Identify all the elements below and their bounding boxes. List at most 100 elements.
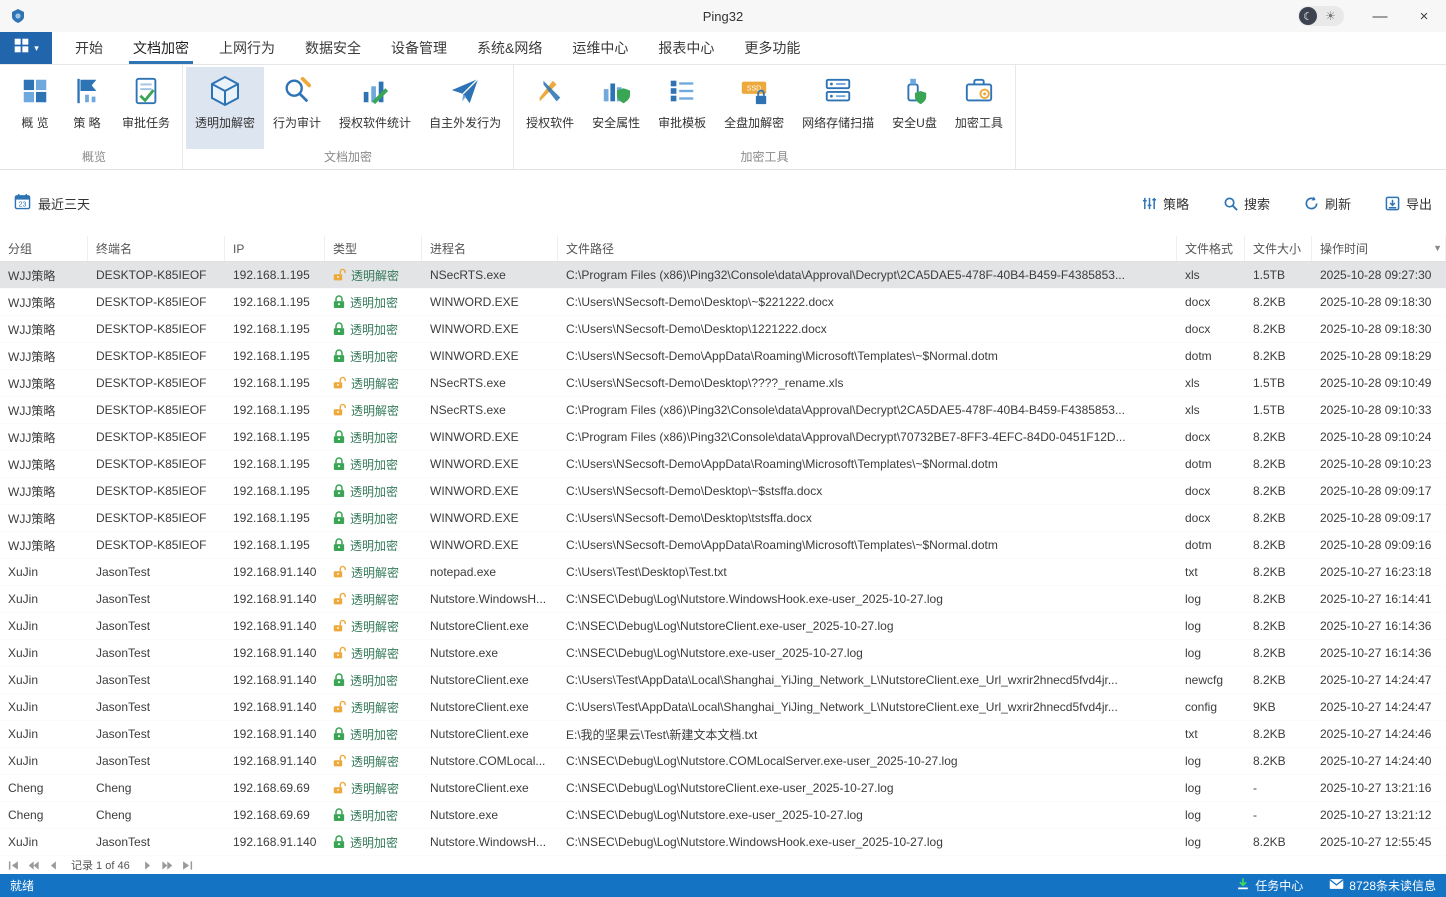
network-storage-scan-button[interactable]: 网络存储扫描 (793, 67, 883, 149)
refresh-button[interactable]: 刷新 (1304, 194, 1351, 213)
cell-time: 2025-10-28 09:10:24 (1312, 424, 1446, 450)
tab-device-management[interactable]: 设备管理 (376, 32, 462, 64)
cell-terminal: DESKTOP-K85IEOF (88, 424, 225, 450)
pager-prev-button[interactable] (48, 860, 59, 871)
column-header-6[interactable]: 文件格式 (1177, 236, 1245, 261)
tab-data-security[interactable]: 数据安全 (290, 32, 376, 64)
theme-toggle[interactable]: ☾ ☀ (1298, 6, 1344, 26)
table-row[interactable]: WJJ策略DESKTOP-K85IEOF192.168.1.195透明加密WIN… (0, 478, 1446, 505)
tab-system-network[interactable]: 系统&网络 (462, 32, 557, 64)
authorized-software-stats-button[interactable]: 授权软件统计 (330, 67, 420, 149)
table-row[interactable]: WJJ策略DESKTOP-K85IEOF192.168.1.195透明解密NSe… (0, 262, 1446, 289)
envelope-icon (1329, 878, 1344, 893)
minimize-button[interactable]: — (1358, 0, 1402, 32)
main-menu-button[interactable]: ▾ (0, 32, 52, 64)
table-row[interactable]: XuJinJasonTest192.168.91.140透明解密Nutstore… (0, 694, 1446, 721)
secure-usb-button[interactable]: 安全U盘 (883, 67, 946, 149)
search-button[interactable]: 搜索 (1223, 194, 1270, 213)
tab-report-center[interactable]: 报表中心 (643, 32, 729, 64)
cell-ip: 192.168.1.195 (225, 397, 325, 423)
column-menu-icon[interactable]: ▼ (1433, 243, 1442, 253)
tab-doc-encryption[interactable]: 文档加密 (118, 32, 204, 64)
tab-ops-center[interactable]: 运维中心 (557, 32, 643, 64)
column-header-1[interactable]: 终端名 (88, 236, 225, 261)
table-row[interactable]: WJJ策略DESKTOP-K85IEOF192.168.1.195透明加密WIN… (0, 316, 1446, 343)
overview-button[interactable]: 概 览 (9, 67, 61, 149)
unread-messages-button[interactable]: 8728条未读信息 (1329, 877, 1436, 894)
policy-filter-button[interactable]: 策略 (1142, 194, 1189, 213)
table-row[interactable]: WJJ策略DESKTOP-K85IEOF192.168.1.195透明加密WIN… (0, 532, 1446, 559)
pager-next-page-button[interactable] (162, 860, 173, 871)
behavior-audit-button[interactable]: 行为审计 (264, 67, 330, 149)
column-header-4[interactable]: 进程名 (422, 236, 558, 261)
ribbon-button-label: 策 略 (73, 114, 100, 131)
table-row[interactable]: ChengCheng192.168.69.69透明解密NutstoreClien… (0, 775, 1446, 802)
ribbon-button-label: 透明加解密 (195, 114, 255, 131)
cell-format: txt (1177, 559, 1245, 585)
cell-terminal: DESKTOP-K85IEOF (88, 451, 225, 477)
task-center-button[interactable]: 任务中心 (1236, 877, 1303, 894)
pager-next-button[interactable] (142, 860, 153, 871)
cell-process: NSecRTS.exe (422, 397, 558, 423)
table-row[interactable]: XuJinJasonTest192.168.91.140透明解密Nutstore… (0, 613, 1446, 640)
table-row[interactable]: XuJinJasonTest192.168.91.140透明解密Nutstore… (0, 640, 1446, 667)
column-header-5[interactable]: 文件路径 (558, 236, 1177, 261)
cell-size: 8.2KB (1245, 559, 1312, 585)
table-row[interactable]: WJJ策略DESKTOP-K85IEOF192.168.1.195透明解密NSe… (0, 370, 1446, 397)
close-button[interactable]: × (1402, 0, 1446, 32)
table-row[interactable]: XuJinJasonTest192.168.91.140透明加密Nutstore… (0, 721, 1446, 748)
table-row[interactable]: XuJinJasonTest192.168.91.140透明解密Nutstore… (0, 748, 1446, 775)
table-row[interactable]: XuJinJasonTest192.168.91.140透明加密Nutstore… (0, 829, 1446, 856)
encryption-toolbox-button[interactable]: 加密工具 (946, 67, 1012, 149)
ribbon-button-label: 自主外发行为 (429, 114, 501, 131)
table-row[interactable]: XuJinJasonTest192.168.91.140透明加密Nutstore… (0, 667, 1446, 694)
authorized-software-button[interactable]: 授权软件 (517, 67, 583, 149)
type-label: 透明加密 (350, 672, 398, 689)
security-attributes-button[interactable]: 安全属性 (583, 67, 649, 149)
cell-type: 透明解密 (325, 775, 422, 801)
cell-size: 8.2KB (1245, 532, 1312, 558)
cell-ip: 192.168.1.195 (225, 289, 325, 315)
pager-last-button[interactable] (182, 860, 193, 871)
column-header-8[interactable]: 操作时间 (1312, 236, 1446, 261)
approval-tasks-button[interactable]: 审批任务 (113, 67, 179, 149)
column-header-7[interactable]: 文件大小 (1245, 236, 1312, 261)
tab-start[interactable]: 开始 (60, 32, 118, 64)
refresh-icon (1304, 196, 1319, 211)
type-label: 透明加密 (350, 537, 398, 554)
date-range-filter[interactable]: 23 最近三天 (14, 193, 90, 213)
table-row[interactable]: WJJ策略DESKTOP-K85IEOF192.168.1.195透明解密NSe… (0, 397, 1446, 424)
lock-closed-icon (333, 295, 345, 309)
pager-prev-page-button[interactable] (28, 860, 39, 871)
table-row[interactable]: XuJinJasonTest192.168.91.140透明解密Nutstore… (0, 586, 1446, 613)
column-header-2[interactable]: IP (225, 236, 325, 261)
cell-time: 2025-10-28 09:18:30 (1312, 316, 1446, 342)
table-row[interactable]: XuJinJasonTest192.168.91.140透明解密notepad.… (0, 559, 1446, 586)
table-row[interactable]: ChengCheng192.168.69.69透明加密Nutstore.exeC… (0, 802, 1446, 829)
table-row[interactable]: WJJ策略DESKTOP-K85IEOF192.168.1.195透明加密WIN… (0, 343, 1446, 370)
self-outgoing-behavior-button[interactable]: 自主外发行为 (420, 67, 510, 149)
lock-open-icon (333, 619, 346, 633)
cell-ip: 192.168.91.140 (225, 640, 325, 666)
full-disk-crypt-button[interactable]: SSD全盘加解密 (715, 67, 793, 149)
cell-process: Nutstore.WindowsH... (422, 586, 558, 612)
table-row[interactable]: WJJ策略DESKTOP-K85IEOF192.168.1.195透明加密WIN… (0, 505, 1446, 532)
toolbar: 23 最近三天 策略 搜索 刷新 导出 (0, 170, 1446, 236)
cell-time: 2025-10-28 09:10:49 (1312, 370, 1446, 396)
tab-more-features[interactable]: 更多功能 (729, 32, 815, 64)
column-header-0[interactable]: 分组 (0, 236, 88, 261)
table-row[interactable]: WJJ策略DESKTOP-K85IEOF192.168.1.195透明加密WIN… (0, 289, 1446, 316)
unread-messages-label: 8728条未读信息 (1349, 877, 1436, 894)
cell-type: 透明解密 (325, 559, 422, 585)
cell-group: XuJin (0, 586, 88, 612)
tab-web-behavior[interactable]: 上网行为 (204, 32, 290, 64)
table-row[interactable]: WJJ策略DESKTOP-K85IEOF192.168.1.195透明加密WIN… (0, 451, 1446, 478)
export-button[interactable]: 导出 (1385, 194, 1432, 213)
approval-template-button[interactable]: 审批模板 (649, 67, 715, 149)
lock-open-icon (333, 565, 346, 579)
pager-first-button[interactable] (8, 860, 19, 871)
table-row[interactable]: WJJ策略DESKTOP-K85IEOF192.168.1.195透明加密WIN… (0, 424, 1446, 451)
transparent-encrypt-decrypt-button[interactable]: 透明加解密 (186, 67, 264, 149)
policy-button[interactable]: 策 略 (61, 67, 113, 149)
column-header-3[interactable]: 类型 (325, 236, 422, 261)
